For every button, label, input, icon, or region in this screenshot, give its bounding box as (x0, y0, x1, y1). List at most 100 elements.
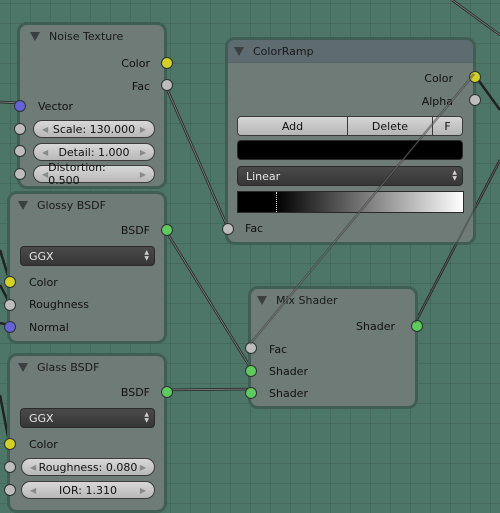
input-socket-ior[interactable] (4, 484, 16, 496)
node-color-ramp[interactable]: ColorRamp Color Alpha Add Delete F Linea… (222, 37, 481, 245)
node-header[interactable]: Noise Texture (20, 25, 164, 47)
link-noise-fac-to-ramp-fac[interactable] (162, 81, 229, 227)
decrement-arrow-icon[interactable]: ◀ (30, 463, 36, 472)
input-socket-shader-2[interactable] (245, 387, 257, 399)
socket-label: Shader (269, 386, 308, 400)
dropdown-value: GGX (29, 249, 54, 263)
input-socket-scale[interactable] (14, 123, 26, 135)
updown-arrows-icon: ▲ ▼ (144, 249, 149, 262)
output-bsdf: BSDF (10, 383, 164, 401)
increment-arrow-icon[interactable]: ▶ (140, 486, 146, 495)
field-value: Distortion: 0.500 (48, 161, 106, 187)
input-socket-fac[interactable] (222, 223, 234, 235)
scale-field[interactable]: ◀ Scale: 130.000 ▶ (33, 120, 155, 138)
input-socket-roughness[interactable] (4, 461, 16, 473)
socket-label: BSDF (120, 223, 150, 237)
field-value: Detail: 1.000 (58, 145, 130, 159)
color-ramp-gradient[interactable] (237, 191, 464, 213)
field-value: Roughness: 0.080 (38, 460, 138, 474)
input-socket-detail[interactable] (14, 145, 26, 157)
distortion-field[interactable]: ◀ Distortion: 0.500 ▶ (33, 161, 155, 187)
node-header[interactable]: Glossy BSDF (10, 194, 164, 216)
socket-label: Color (121, 56, 150, 70)
field-value: Scale: 130.000 (52, 122, 136, 136)
node-header[interactable]: Mix Shader (251, 289, 415, 311)
ior-field[interactable]: ◀ IOR: 1.310 ▶ (21, 481, 155, 499)
roughness-field[interactable]: ◀ Roughness: 0.080 ▶ (21, 458, 155, 476)
output-bsdf: BSDF (10, 221, 164, 239)
node-mix-shader[interactable]: Mix Shader Shader Fac Shader Shader (245, 286, 423, 409)
input-socket-color[interactable] (4, 276, 16, 288)
collapse-triangle-icon[interactable] (18, 200, 28, 210)
output-socket-shader[interactable] (411, 320, 423, 332)
input-fac: Fac (251, 340, 415, 358)
collapse-triangle-icon[interactable] (30, 31, 40, 41)
node-noise-texture[interactable]: Noise Texture Color Fac Vector ◀ Scale: … (14, 22, 173, 189)
increment-arrow-icon[interactable]: ▶ (140, 148, 146, 157)
input-socket-roughness[interactable] (4, 299, 16, 311)
socket-label: BSDF (120, 385, 150, 399)
node-header[interactable]: ColorRamp (228, 40, 473, 63)
link-offscreen-top[interactable] (451, 0, 500, 37)
input-socket-shader-1[interactable] (245, 365, 257, 377)
collapse-triangle-icon[interactable] (257, 295, 267, 305)
input-color: Color (10, 273, 164, 291)
node-title: Noise Texture (49, 29, 124, 43)
input-socket-fac[interactable] (245, 342, 257, 354)
output-socket-color[interactable] (469, 71, 481, 83)
input-roughness: Roughness (10, 295, 164, 313)
input-fac: Fac (228, 219, 473, 237)
output-socket-bsdf[interactable] (161, 386, 173, 398)
output-alpha: Alpha (228, 92, 473, 110)
increment-arrow-icon[interactable]: ▶ (140, 125, 146, 134)
flip-ramp-button[interactable]: F (433, 117, 462, 135)
socket-label: Color (424, 71, 453, 85)
add-stop-button[interactable]: Add (238, 117, 348, 135)
output-socket-bsdf[interactable] (161, 224, 173, 236)
node-title: Glossy BSDF (37, 198, 106, 212)
input-normal: Normal (10, 318, 164, 336)
link-glossy-to-mix-shader1[interactable] (162, 227, 252, 368)
link-glass-to-mix-shader2[interactable] (163, 387, 251, 392)
distribution-dropdown[interactable]: GGX ▲ ▼ (20, 246, 155, 266)
updown-arrows-icon: ▲ ▼ (452, 169, 457, 182)
input-socket-color[interactable] (4, 438, 16, 450)
decrement-arrow-icon[interactable]: ◀ (30, 486, 36, 495)
detail-field[interactable]: ◀ Detail: 1.000 ▶ (33, 143, 155, 161)
active-stop-color-swatch[interactable] (237, 140, 463, 160)
output-color: Color (20, 54, 164, 72)
ramp-stop-marker[interactable] (276, 192, 278, 212)
collapse-triangle-icon[interactable] (18, 362, 28, 372)
socket-label: Vector (38, 99, 74, 113)
decrement-arrow-icon[interactable]: ◀ (42, 148, 48, 157)
socket-label: Alpha (421, 94, 453, 108)
node-title: ColorRamp (253, 44, 314, 58)
node-glossy-bsdf[interactable]: Glossy BSDF BSDF GGX ▲ ▼ Color Roughness … (4, 191, 173, 344)
delete-stop-button[interactable]: Delete (348, 117, 433, 135)
socket-label: Roughness (29, 297, 90, 311)
distribution-dropdown[interactable]: GGX ▲ ▼ (20, 408, 155, 428)
increment-arrow-icon[interactable]: ▶ (140, 463, 146, 472)
output-socket-fac[interactable] (161, 79, 173, 91)
input-socket-vector[interactable] (14, 100, 26, 112)
dropdown-value: Linear (246, 169, 281, 183)
socket-label: Normal (29, 320, 69, 334)
node-title: Mix Shader (276, 293, 338, 307)
ramp-buttons: Add Delete F (237, 116, 463, 136)
input-socket-normal[interactable] (4, 321, 16, 333)
input-socket-distortion[interactable] (14, 168, 26, 180)
output-socket-alpha[interactable] (469, 94, 481, 106)
decrement-arrow-icon[interactable]: ◀ (42, 125, 48, 134)
collapse-triangle-icon[interactable] (234, 46, 244, 56)
interpolation-dropdown[interactable]: Linear ▲ ▼ (237, 166, 463, 186)
socket-label: Fac (245, 221, 264, 235)
node-glass-bsdf[interactable]: Glass BSDF BSDF GGX ▲ ▼ Color ◀ Roughness… (4, 353, 173, 513)
node-header[interactable]: Glass BSDF (10, 356, 164, 378)
socket-label: Shader (269, 364, 308, 378)
dropdown-value: GGX (29, 411, 54, 425)
socket-label: Shader (356, 319, 395, 333)
input-shader-2: Shader (251, 384, 415, 402)
increment-arrow-icon[interactable]: ▶ (140, 170, 146, 179)
input-shader-1: Shader (251, 362, 415, 380)
output-socket-color[interactable] (161, 57, 173, 69)
